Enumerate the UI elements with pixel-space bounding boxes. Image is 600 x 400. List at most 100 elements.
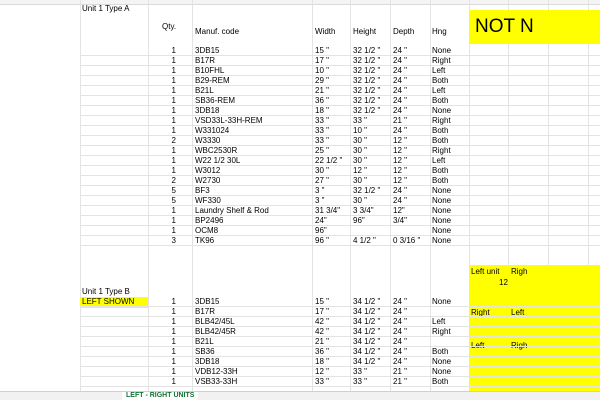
- not-banner-cell[interactable]: NOT N: [469, 10, 600, 44]
- cell-depth[interactable]: 24 ": [393, 66, 407, 76]
- cell-width[interactable]: 3 ": [315, 186, 325, 196]
- cell-qty[interactable]: 1: [150, 126, 176, 136]
- cell-width[interactable]: 22 1/2 ": [315, 156, 342, 166]
- cell-depth[interactable]: 24 ": [393, 186, 407, 196]
- cell-width[interactable]: 17 ": [315, 307, 329, 317]
- cell-hng[interactable]: Right: [432, 116, 451, 126]
- cell-code[interactable]: W3330: [195, 136, 220, 146]
- cell-height[interactable]: 34 1/2 ": [353, 327, 380, 337]
- cell-depth[interactable]: 21 ": [393, 377, 407, 387]
- cell-height[interactable]: 34 1/2 ": [353, 337, 380, 347]
- cell-depth[interactable]: 24 ": [393, 126, 407, 136]
- cell-code[interactable]: W2730: [195, 176, 220, 186]
- cell-hng[interactable]: Both: [432, 136, 448, 146]
- cell-code[interactable]: BF3: [195, 186, 210, 196]
- cell-depth[interactable]: 24 ": [393, 307, 407, 317]
- cell-width[interactable]: 10 ": [315, 66, 329, 76]
- cell-qty[interactable]: 1: [150, 307, 176, 317]
- cell-height[interactable]: 30 ": [353, 156, 367, 166]
- cell-depth[interactable]: 21 ": [393, 367, 407, 377]
- cell-code[interactable]: 3DB18: [195, 106, 219, 116]
- cell-code[interactable]: SB36: [195, 347, 215, 357]
- cell-qty[interactable]: 3: [150, 236, 176, 246]
- cell-qty[interactable]: 1: [150, 146, 176, 156]
- header-code[interactable]: Manuf. code: [195, 27, 239, 37]
- cell-depth[interactable]: 21 ": [393, 116, 407, 126]
- cell-height[interactable]: 34 1/2 ": [353, 297, 380, 307]
- cell-code[interactable]: 3DB15: [195, 297, 219, 307]
- cell-depth[interactable]: 24 ": [393, 196, 407, 206]
- cell-hng[interactable]: Both: [432, 176, 448, 186]
- cell-width[interactable]: 17 ": [315, 56, 329, 66]
- cell-depth[interactable]: 12 ": [393, 166, 407, 176]
- cell-depth[interactable]: 24 ": [393, 347, 407, 357]
- cell-qty[interactable]: 1: [150, 347, 176, 357]
- cell-code[interactable]: VSB33-33H: [195, 377, 237, 387]
- cell-width[interactable]: 96 ": [315, 236, 329, 246]
- cell-width[interactable]: 33 ": [315, 136, 329, 146]
- cell-depth[interactable]: 24 ": [393, 76, 407, 86]
- cell-depth[interactable]: 24 ": [393, 357, 407, 367]
- cell-depth[interactable]: 24 ": [393, 46, 407, 56]
- cell-depth[interactable]: 12 ": [393, 146, 407, 156]
- cell-width[interactable]: 12 ": [315, 367, 329, 377]
- cell-code[interactable]: W3012: [195, 166, 220, 176]
- header-height[interactable]: Height: [353, 27, 376, 37]
- cell-qty[interactable]: 1: [150, 46, 176, 56]
- cell-depth[interactable]: 24 ": [393, 106, 407, 116]
- cell-code[interactable]: B21L: [195, 337, 214, 347]
- cell-qty[interactable]: 2: [150, 136, 176, 146]
- cell-code[interactable]: WF330: [195, 196, 221, 206]
- cell-hng[interactable]: None: [432, 226, 451, 236]
- cell-width[interactable]: 21 ": [315, 337, 329, 347]
- cell-qty[interactable]: 1: [150, 367, 176, 377]
- cell-qty[interactable]: 1: [150, 166, 176, 176]
- cell-width[interactable]: 15 ": [315, 297, 329, 307]
- cell-hng[interactable]: Both: [432, 377, 448, 387]
- header-width[interactable]: Width: [315, 27, 335, 37]
- cell-depth[interactable]: 24 ": [393, 337, 407, 347]
- cell-code[interactable]: OCM8: [195, 226, 218, 236]
- cell-depth[interactable]: 24 ": [393, 297, 407, 307]
- cell-code[interactable]: 3DB15: [195, 46, 219, 56]
- cell-height[interactable]: 32 1/2 ": [353, 186, 380, 196]
- cell-code[interactable]: B29-REM: [195, 76, 230, 86]
- cell-hng[interactable]: Left: [432, 156, 445, 166]
- spreadsheet-grid[interactable]: NOT N Unit 1 Type A Qty. Manuf. code Wid…: [0, 0, 600, 392]
- cell-qty[interactable]: 1: [150, 226, 176, 236]
- cell-depth[interactable]: 12 ": [393, 176, 407, 186]
- cell-height[interactable]: 32 1/2 ": [353, 86, 380, 96]
- cell-code[interactable]: B21L: [195, 86, 214, 96]
- cell-height[interactable]: 32 1/2 ": [353, 76, 380, 86]
- cell-width[interactable]: 33 ": [315, 377, 329, 387]
- cell-height[interactable]: 12 ": [353, 166, 367, 176]
- cell-hng[interactable]: Both: [432, 96, 448, 106]
- header-qty[interactable]: Qty.: [162, 22, 188, 32]
- cell-depth[interactable]: 24 ": [393, 96, 407, 106]
- sheet-tab-active[interactable]: LEFT - RIGHT UNITS: [122, 392, 199, 400]
- cell-height[interactable]: 30 ": [353, 136, 367, 146]
- cell-width[interactable]: 29 ": [315, 76, 329, 86]
- cell-code[interactable]: VSD33L-33H-REM: [195, 116, 263, 126]
- cell-depth[interactable]: 0 3/16 ": [393, 236, 420, 246]
- cell-qty[interactable]: 1: [150, 116, 176, 126]
- cell-qty[interactable]: 1: [150, 357, 176, 367]
- cell-qty[interactable]: 1: [150, 337, 176, 347]
- cell-depth[interactable]: 12 ": [393, 156, 407, 166]
- cell-hng[interactable]: Right: [432, 146, 451, 156]
- cell-code[interactable]: VDB12-33H: [195, 367, 238, 377]
- cell-width[interactable]: 24": [315, 216, 327, 226]
- cell-width[interactable]: 18 ": [315, 106, 329, 116]
- cell-depth[interactable]: 3/4": [393, 216, 407, 226]
- cell-code[interactable]: BLB42/45R: [195, 327, 236, 337]
- cell-hng[interactable]: Right: [432, 327, 451, 337]
- cell-code[interactable]: B17R: [195, 307, 215, 317]
- cell-qty[interactable]: 1: [150, 56, 176, 66]
- cell-qty[interactable]: 1: [150, 206, 176, 216]
- cell-hng[interactable]: None: [432, 106, 451, 116]
- cell-depth[interactable]: 12": [393, 206, 405, 216]
- cell-height[interactable]: 34 1/2 ": [353, 357, 380, 367]
- cell-qty[interactable]: 1: [150, 86, 176, 96]
- cell-code[interactable]: W22 1/2 30L: [195, 156, 240, 166]
- cell-width[interactable]: 18 ": [315, 357, 329, 367]
